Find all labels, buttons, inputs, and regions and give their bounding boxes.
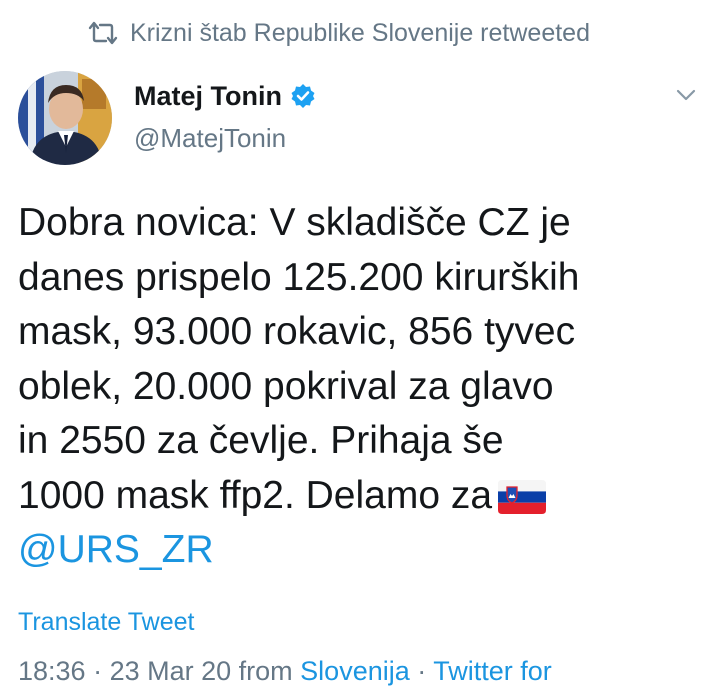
handle[interactable]: @MatejTonin	[134, 123, 316, 154]
source-link[interactable]: Twitter for	[433, 656, 552, 686]
retweet-context-text: Krizni štab Republike Slovenije retweete…	[130, 18, 590, 47]
verified-badge-icon	[291, 84, 315, 108]
mention-link[interactable]: @URS_ZR	[18, 523, 708, 578]
avatar[interactable]	[18, 71, 112, 165]
avatar-image	[18, 71, 112, 165]
retweet-icon	[88, 21, 118, 45]
tweet-text: Dobra novica: V skladišče CZ je danes pr…	[18, 196, 708, 578]
name-row: Matej Tonin	[134, 78, 316, 114]
author-block[interactable]: Matej Tonin @MatejTonin	[134, 78, 316, 154]
tweet-line-with-flag: 1000 mask ffp2. Delamo za	[18, 469, 708, 524]
meta-from: from	[231, 656, 301, 686]
tweet-line: Dobra novica: V skladišče CZ je	[18, 201, 571, 244]
tweet-line: danes prispelo 125.200 kirurških	[18, 255, 580, 299]
meta-separator: ·	[85, 656, 110, 686]
location-link[interactable]: Slovenija	[300, 656, 410, 686]
meta-separator: ·	[409, 656, 434, 686]
tweet-line: 1000 mask ffp2. Delamo za	[18, 473, 493, 517]
tweet-metadata: 18:36 · 23 Mar 20 from Slovenija · Twitt…	[18, 656, 552, 687]
tweet-line: in 2550 za čevlje. Prihaja še	[18, 419, 504, 462]
tweet-line: mask, 93.000 rokavic, 856 tyvec	[18, 310, 576, 353]
display-name[interactable]: Matej Tonin	[134, 81, 282, 112]
translate-tweet-link[interactable]: Translate Tweet	[18, 608, 194, 637]
retweet-context[interactable]: Krizni štab Republike Slovenije retweete…	[86, 16, 590, 50]
tweet-time[interactable]: 18:36	[18, 656, 86, 686]
tweet-line: oblek, 20.000 pokrival za glavo	[18, 364, 554, 408]
slovenia-flag-emoji	[498, 479, 547, 514]
tweet-date[interactable]: 23 Mar 20	[110, 656, 232, 686]
chevron-down-icon[interactable]	[673, 86, 699, 104]
